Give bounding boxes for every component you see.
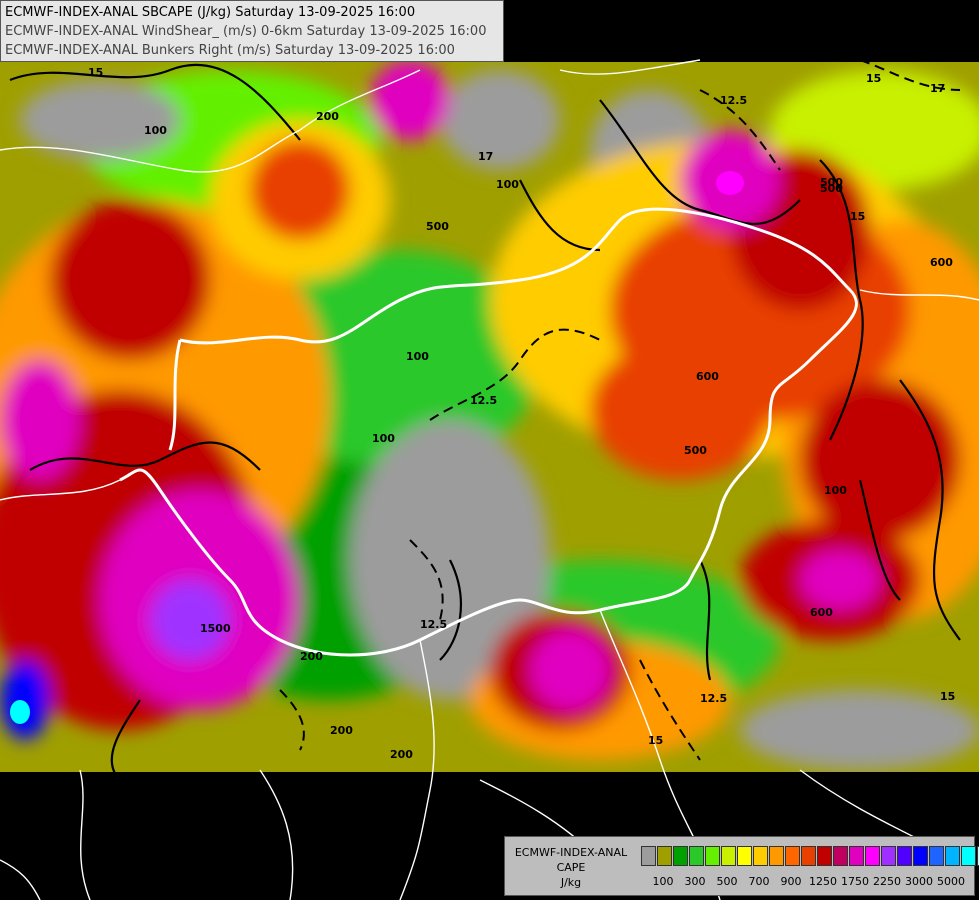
- contour-label: 15: [850, 210, 865, 223]
- legend-tick-label: 1250: [809, 875, 837, 888]
- legend-tick-label: 3000: [905, 875, 933, 888]
- contour-label: 600: [810, 606, 833, 619]
- legend-swatch: [753, 846, 768, 866]
- legend-tick-label: 500: [716, 875, 738, 888]
- legend-swatch: [705, 846, 720, 866]
- contour-label: 100: [406, 350, 429, 363]
- legend-swatch: [817, 846, 832, 866]
- legend-swatch: [913, 846, 928, 866]
- contour-label: 100: [496, 178, 519, 191]
- contour-label: 12.5: [700, 692, 727, 705]
- contour-label: 600: [696, 370, 719, 383]
- contour-label: 12.5: [420, 618, 447, 631]
- color-legend: ECMWF-INDEX-ANAL CAPE J/kg 100 300 500 700 9…: [504, 836, 979, 896]
- header-line-windshear: ECMWF-INDEX-ANAL WindShear_ (m/s) 0-6km …: [5, 24, 487, 39]
- legend-tick-label: 900: [780, 875, 802, 888]
- cape-field: [0, 62, 979, 772]
- contour-label: 100: [824, 484, 847, 497]
- legend-swatch: [689, 846, 704, 866]
- contour-label: 500: [820, 176, 843, 189]
- legend-swatch: [961, 846, 976, 866]
- legend-swatch: [785, 846, 800, 866]
- contour-label: 200: [316, 110, 339, 123]
- legend-tick-label: 300: [684, 875, 706, 888]
- legend-tick-label: 700: [748, 875, 770, 888]
- contour-label: 15: [648, 734, 663, 747]
- contour-label: 500: [426, 220, 449, 233]
- legend-ticks: 100 300 500 700 900 1250 1750 2250 3000 5000: [641, 875, 971, 889]
- legend-swatch: [881, 846, 896, 866]
- contour-label: 600: [930, 256, 953, 269]
- legend-swatch: [673, 846, 688, 866]
- legend-swatches: [641, 846, 979, 866]
- contour-label: 100: [372, 432, 395, 445]
- legend-title-unit: J/kg: [560, 876, 582, 889]
- legend-swatch: [721, 846, 736, 866]
- contour-label: 12.5: [720, 94, 747, 107]
- legend-swatch: [737, 846, 752, 866]
- contour-label: 100: [144, 124, 167, 137]
- legend-title: ECMWF-INDEX-ANAL CAPE J/kg: [505, 845, 637, 890]
- legend-swatch: [929, 846, 944, 866]
- contour-label: 17: [478, 150, 493, 163]
- contour-label: 17: [930, 82, 945, 95]
- legend-swatch: [657, 846, 672, 866]
- legend-tick-label: 5000: [937, 875, 965, 888]
- legend-tick-label: 1750: [841, 875, 869, 888]
- legend-swatch: [801, 846, 816, 866]
- contour-label: 15: [88, 66, 103, 79]
- legend-swatch: [833, 846, 848, 866]
- legend-swatch: [849, 846, 864, 866]
- legend-swatch: [865, 846, 880, 866]
- contour-label: 500: [684, 444, 707, 457]
- map-header: ECMWF-INDEX-ANAL SBCAPE (J/kg) Saturday …: [0, 0, 504, 62]
- legend-title-model: ECMWF-INDEX-ANAL: [514, 846, 628, 859]
- legend-title-field: CAPE: [556, 861, 586, 874]
- contour-label: 1500: [200, 622, 231, 635]
- header-line-bunkers: ECMWF-INDEX-ANAL Bunkers Right (m/s) Sat…: [5, 43, 455, 58]
- contour-label: 200: [330, 724, 353, 737]
- contour-label: 200: [300, 650, 323, 663]
- legend-tick-label: 100: [652, 875, 674, 888]
- legend-swatch: [897, 846, 912, 866]
- header-line-sbcape: ECMWF-INDEX-ANAL SBCAPE (J/kg) Saturday …: [5, 5, 416, 20]
- legend-swatch: [769, 846, 784, 866]
- contour-label: 12.5: [470, 394, 497, 407]
- legend-tick-label: 2250: [873, 875, 901, 888]
- legend-swatch: [945, 846, 960, 866]
- contour-label: 15: [940, 690, 955, 703]
- contour-label: 15: [866, 72, 881, 85]
- cape-map: 15 100 17 12.5 15 500 17 100 15 600 200 …: [0, 0, 979, 900]
- contour-label: 200: [390, 748, 413, 761]
- legend-swatch: [641, 846, 656, 866]
